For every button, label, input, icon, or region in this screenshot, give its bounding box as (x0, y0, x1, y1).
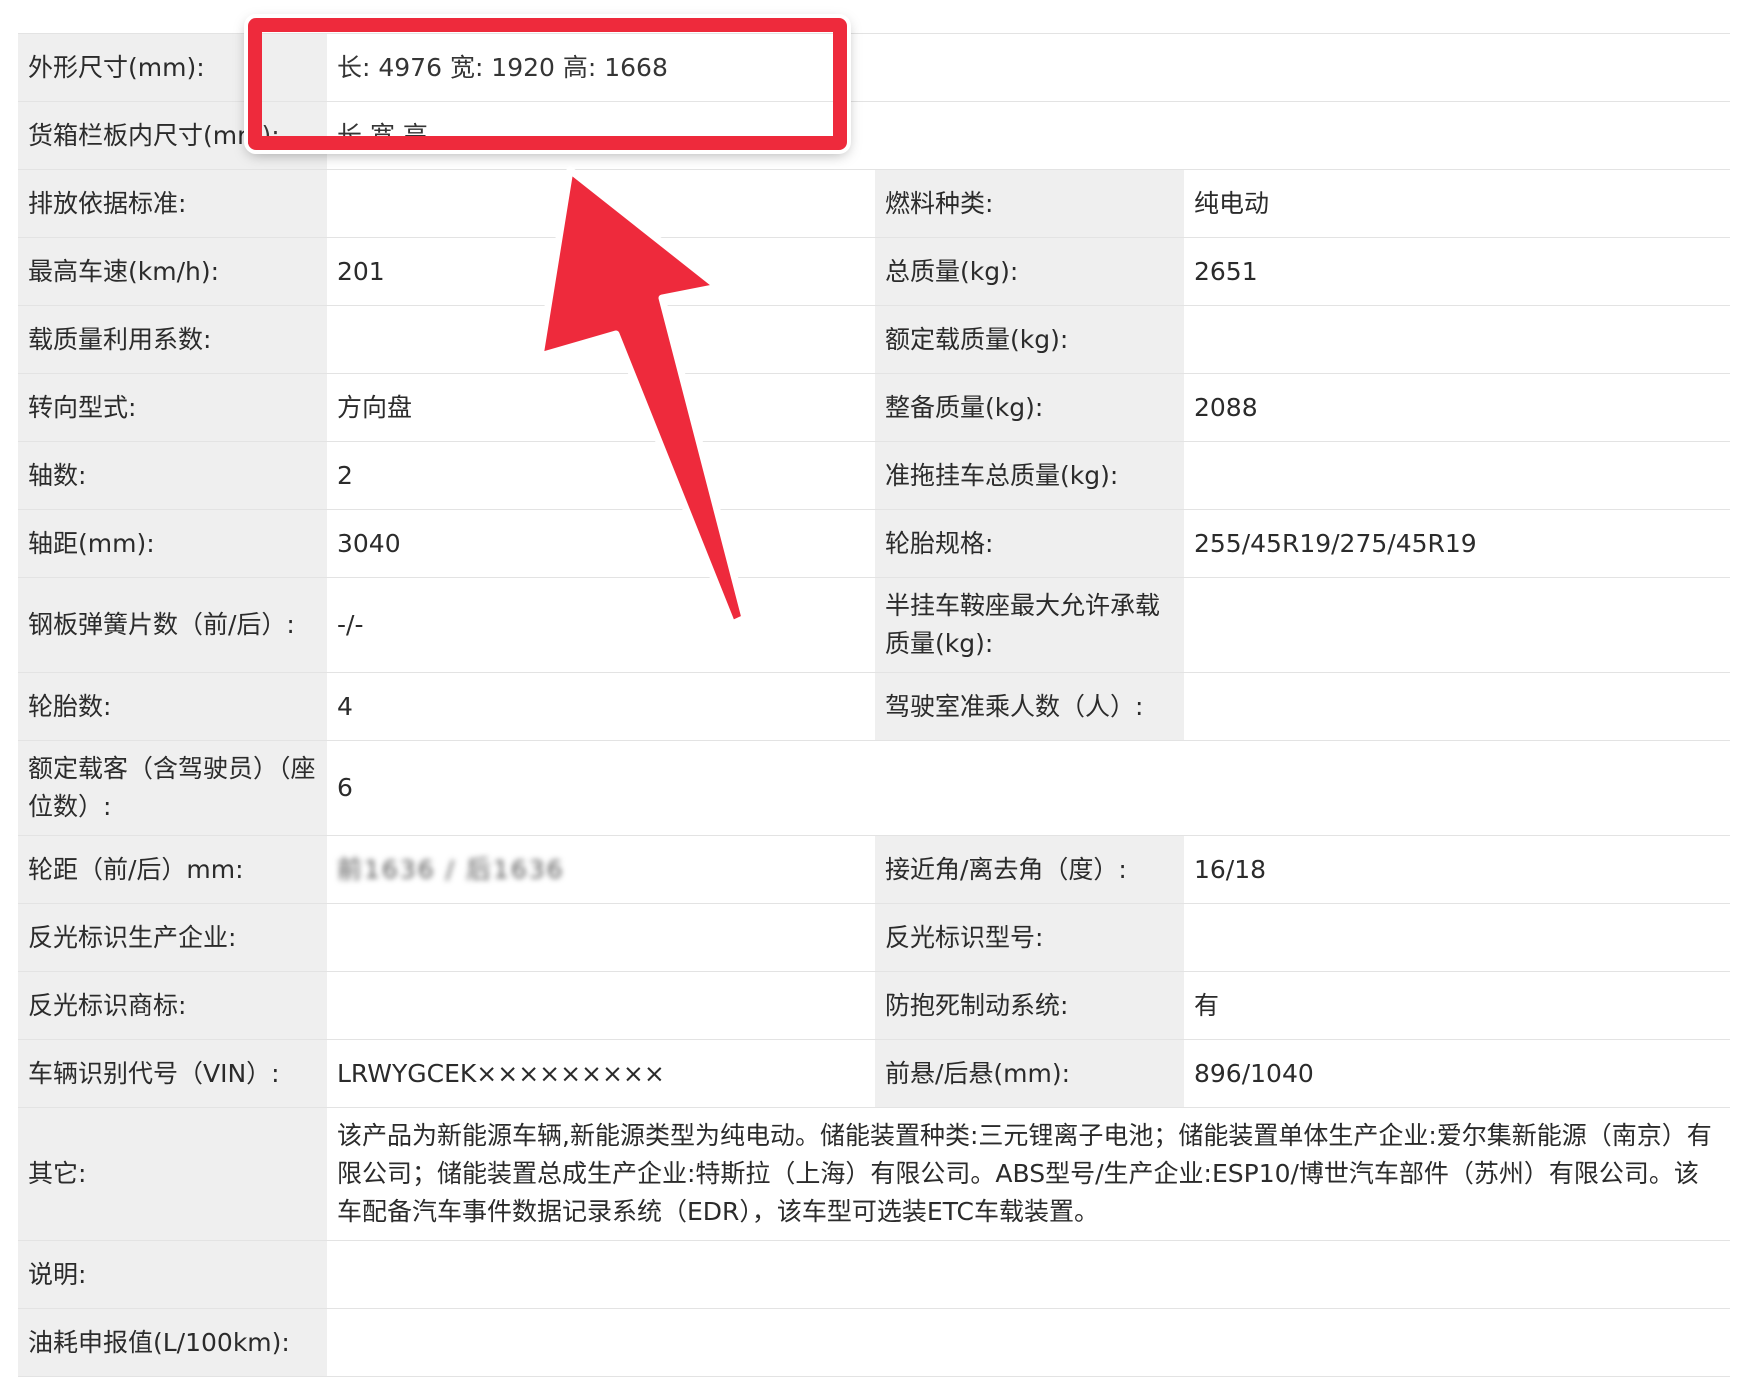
red-arrow-icon (536, 166, 749, 628)
red-arrow-shape (536, 166, 749, 628)
